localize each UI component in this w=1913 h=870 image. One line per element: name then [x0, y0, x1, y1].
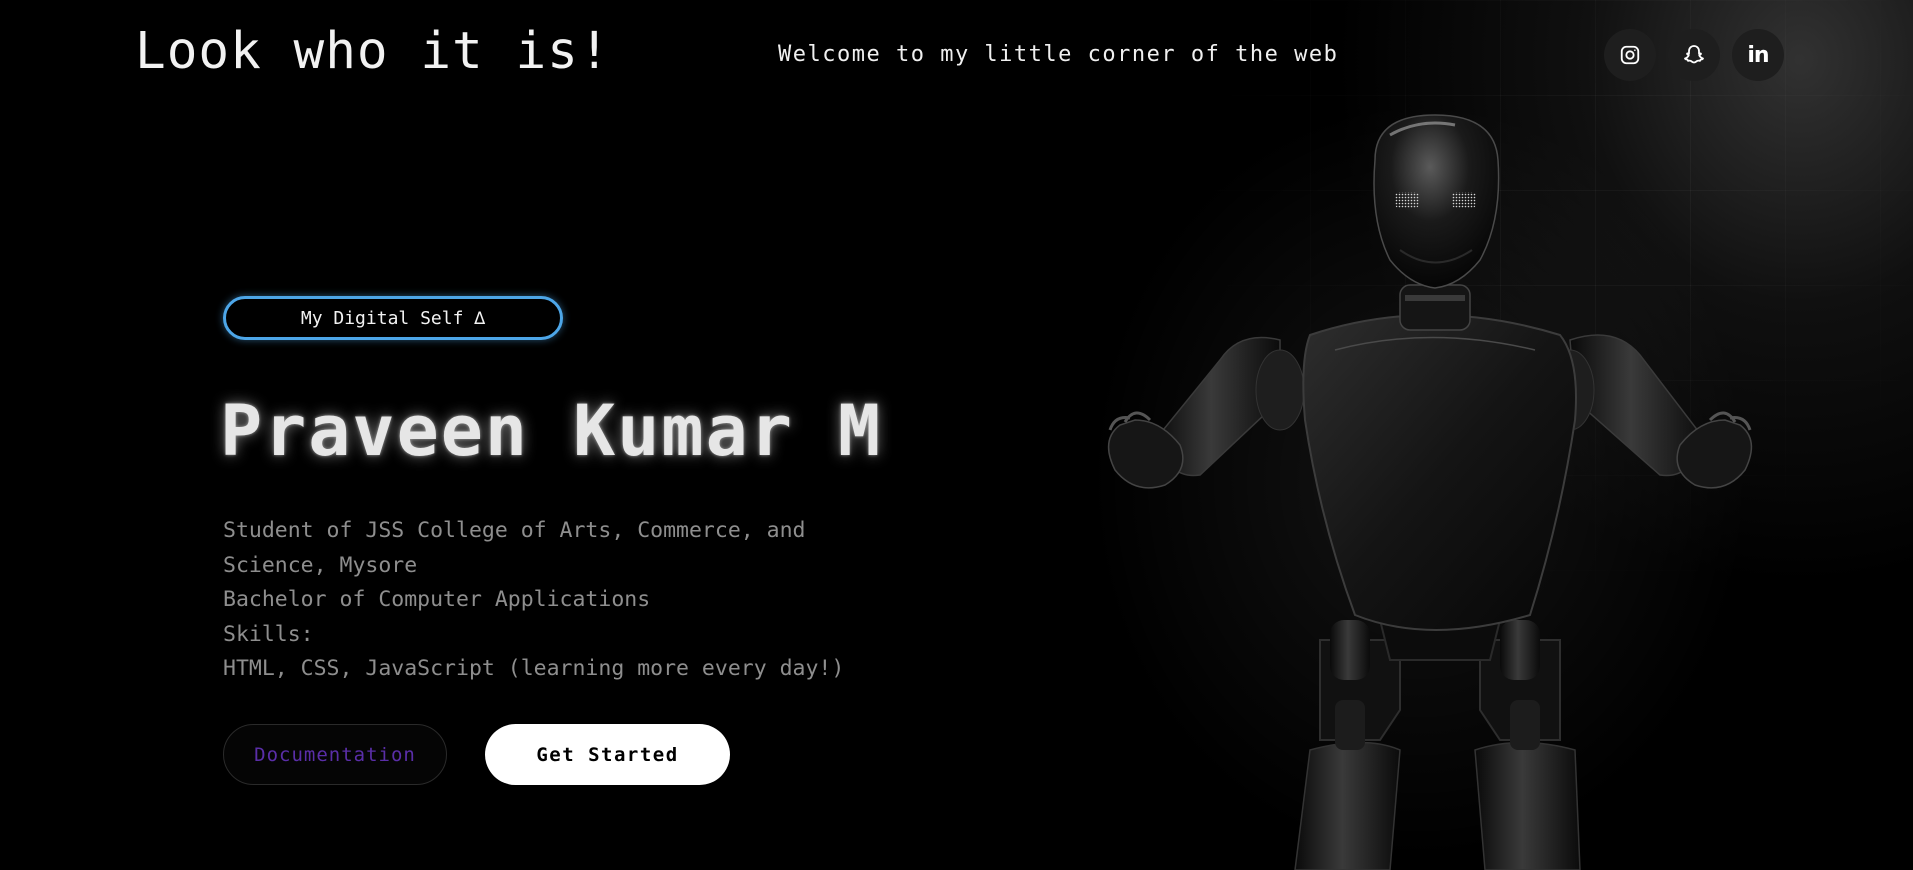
get-started-button[interactable]: Get Started — [485, 724, 730, 785]
bio-line: Bachelor of Computer Applications — [223, 587, 651, 612]
instagram-button[interactable] — [1604, 29, 1656, 81]
hero-name: Praveen Kumar M — [220, 390, 883, 472]
robot-illustration — [1090, 100, 1753, 870]
site-brand[interactable]: Look who it is! — [135, 22, 611, 81]
social-links: in — [1604, 29, 1784, 81]
header-tagline: Welcome to my little corner of the web — [778, 42, 1339, 67]
documentation-button[interactable]: Documentation — [223, 724, 447, 785]
hero-bio: Student of JSS College of Arts, Commerce… — [223, 514, 913, 687]
bio-line: Student of JSS College of Arts, Commerce… — [223, 518, 806, 543]
snapchat-button[interactable] — [1668, 29, 1720, 81]
snapchat-icon — [1684, 45, 1704, 64]
digital-self-badge[interactable]: My Digital Self ∆ — [223, 296, 563, 340]
linkedin-icon: in — [1747, 42, 1769, 68]
bio-line: Skills: — [223, 621, 314, 647]
bio-line: Science, Mysore — [223, 552, 418, 578]
linkedin-button[interactable]: in — [1732, 29, 1784, 81]
bio-line: HTML, CSS, JavaScript (learning more eve… — [223, 656, 845, 681]
page: Look who it is! Welcome to my little cor… — [0, 0, 1913, 870]
instagram-icon — [1620, 45, 1640, 65]
